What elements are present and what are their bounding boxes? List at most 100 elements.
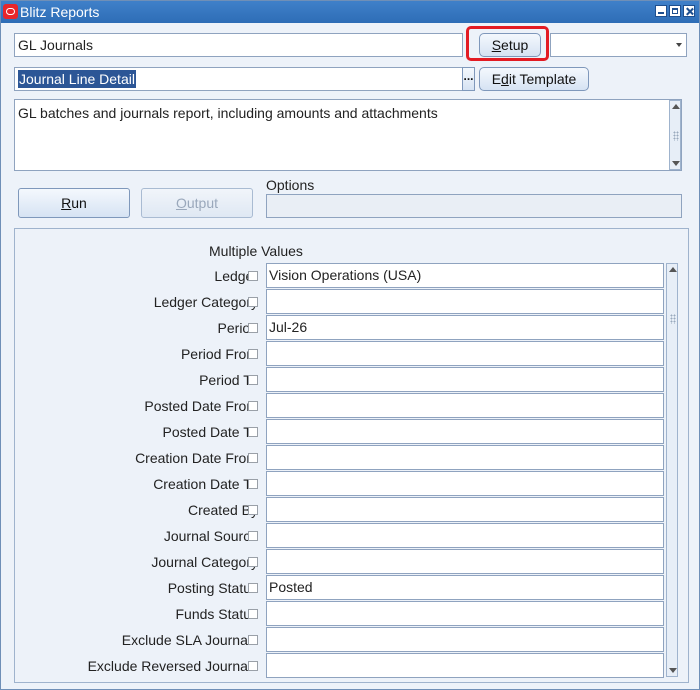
- setup-label-rest: etup: [501, 37, 529, 53]
- oracle-app-icon: [3, 4, 18, 19]
- param-label: Exclude SLA Journals: [121, 632, 258, 648]
- parameters-scrollbar[interactable]: [666, 263, 678, 677]
- output-label-rest: utput: [186, 195, 219, 211]
- multiple-values-checkbox[interactable]: [248, 271, 258, 281]
- param-field-posted-date-from[interactable]: [266, 393, 664, 418]
- edit-template-mnemonic: d: [501, 71, 509, 87]
- parameters-panel: Multiple Values Ledger Vision Operations…: [14, 228, 689, 683]
- multiple-values-checkbox[interactable]: [248, 609, 258, 619]
- param-row-exclude-reversed-journals: Exclude Reversed Journals: [15, 653, 685, 678]
- scroll-down-icon[interactable]: [669, 668, 677, 673]
- scroll-up-icon[interactable]: [669, 267, 677, 272]
- param-value: Posted: [269, 579, 313, 595]
- param-row-period-from: Period From: [15, 341, 685, 366]
- param-field-period[interactable]: Jul-26: [266, 315, 664, 340]
- close-icon[interactable]: [683, 5, 695, 17]
- minimize-icon[interactable]: [655, 5, 667, 17]
- param-label: Posting Status: [167, 580, 258, 596]
- multiple-values-checkbox[interactable]: [248, 505, 258, 515]
- param-row-posting-status: Posting Status Posted: [15, 575, 685, 600]
- param-row-ledger: Ledger Vision Operations (USA): [15, 263, 685, 288]
- chevron-down-icon[interactable]: [676, 43, 682, 47]
- param-field-funds-status[interactable]: [266, 601, 664, 626]
- param-field-creation-date-to[interactable]: [266, 471, 664, 496]
- multiple-values-checkbox[interactable]: [248, 557, 258, 567]
- param-field-exclude-reversed-journals[interactable]: [266, 653, 664, 678]
- param-row-creation-date-to: Creation Date To: [15, 471, 685, 496]
- param-field-posted-date-to[interactable]: [266, 419, 664, 444]
- multiple-values-checkbox[interactable]: [248, 375, 258, 385]
- options-field[interactable]: [266, 194, 682, 218]
- setup-mnemonic: S: [491, 37, 502, 53]
- param-label: Exclude Reversed Journals: [87, 658, 258, 674]
- param-label: Journal Source: [163, 528, 258, 544]
- output-button[interactable]: Output: [141, 188, 253, 218]
- param-label: Creation Date From: [135, 450, 258, 466]
- multiple-values-checkbox[interactable]: [248, 661, 258, 671]
- param-label: Posted Date To: [162, 424, 258, 440]
- param-row-funds-status: Funds Status: [15, 601, 685, 626]
- param-row-exclude-sla-journals: Exclude SLA Journals: [15, 627, 685, 652]
- window-title: Blitz Reports: [20, 4, 100, 20]
- run-mnemonic: R: [61, 195, 72, 211]
- template-value: Journal Line Detail: [18, 70, 136, 88]
- param-field-period-to[interactable]: [266, 367, 664, 392]
- param-row-created-by: Created By: [15, 497, 685, 522]
- param-label: Journal Category: [151, 554, 258, 570]
- param-label: Funds Status: [175, 606, 259, 622]
- param-row-period: Period Jul-26: [15, 315, 685, 340]
- param-row-creation-date-from: Creation Date From: [15, 445, 685, 470]
- multiple-values-checkbox[interactable]: [248, 297, 258, 307]
- param-field-creation-date-from[interactable]: [266, 445, 664, 470]
- multiple-values-checkbox[interactable]: [248, 635, 258, 645]
- param-label: Ledger Category: [153, 294, 258, 310]
- scroll-down-icon[interactable]: [672, 161, 680, 166]
- report-name-value: GL Journals: [18, 37, 93, 53]
- multiple-values-checkbox[interactable]: [248, 453, 258, 463]
- param-row-posted-date-from: Posted Date From: [15, 393, 685, 418]
- maximize-icon[interactable]: [669, 5, 681, 17]
- param-field-period-from[interactable]: [266, 341, 664, 366]
- param-row-journal-category: Journal Category: [15, 549, 685, 574]
- description-text: GL batches and journals report, includin…: [18, 105, 438, 121]
- multiple-values-checkbox[interactable]: [248, 349, 258, 359]
- multiple-values-checkbox[interactable]: [248, 323, 258, 333]
- edit-template-button[interactable]: Edit Template: [479, 67, 589, 91]
- param-label: Period From: [180, 346, 258, 362]
- run-label-rest: un: [71, 195, 87, 211]
- param-row-ledger-category: Ledger Category: [15, 289, 685, 314]
- template-field[interactable]: Journal Line Detail: [14, 67, 463, 91]
- param-field-journal-category[interactable]: [266, 549, 664, 574]
- scroll-up-icon[interactable]: [672, 104, 680, 109]
- template-lov-button[interactable]: ...: [462, 67, 475, 91]
- param-field-posting-status[interactable]: Posted: [266, 575, 664, 600]
- multiple-values-checkbox[interactable]: [248, 479, 258, 489]
- ellipsis-icon: ...: [463, 69, 474, 83]
- param-row-period-to: Period To: [15, 367, 685, 392]
- param-value: Vision Operations (USA): [269, 267, 422, 283]
- description-textarea[interactable]: GL batches and journals report, includin…: [14, 99, 682, 171]
- multiple-values-checkbox[interactable]: [248, 401, 258, 411]
- edit-template-pre: E: [491, 71, 502, 87]
- setup-combo[interactable]: [550, 33, 687, 57]
- multiple-values-checkbox[interactable]: [248, 531, 258, 541]
- param-field-journal-source[interactable]: [266, 523, 664, 548]
- blitz-reports-window: Blitz Reports GL Journals Setup Journal …: [0, 0, 700, 690]
- param-field-created-by[interactable]: [266, 497, 664, 522]
- scroll-grip-icon: [670, 314, 676, 324]
- param-field-ledger-category[interactable]: [266, 289, 664, 314]
- param-field-exclude-sla-journals[interactable]: [266, 627, 664, 652]
- scroll-grip-icon: [673, 131, 679, 141]
- title-bar: Blitz Reports: [1, 1, 699, 23]
- multiple-values-checkbox[interactable]: [248, 583, 258, 593]
- param-row-posted-date-to: Posted Date To: [15, 419, 685, 444]
- setup-button[interactable]: Setup: [479, 33, 541, 57]
- param-field-ledger[interactable]: Vision Operations (USA): [266, 263, 664, 288]
- param-label: Posted Date From: [144, 398, 258, 414]
- multiple-values-checkbox[interactable]: [248, 427, 258, 437]
- run-button[interactable]: Run: [18, 188, 130, 218]
- report-name-field[interactable]: GL Journals: [14, 33, 463, 57]
- param-label: Creation Date To: [153, 476, 258, 492]
- description-scrollbar[interactable]: [669, 100, 681, 170]
- param-value: Jul-26: [269, 319, 308, 335]
